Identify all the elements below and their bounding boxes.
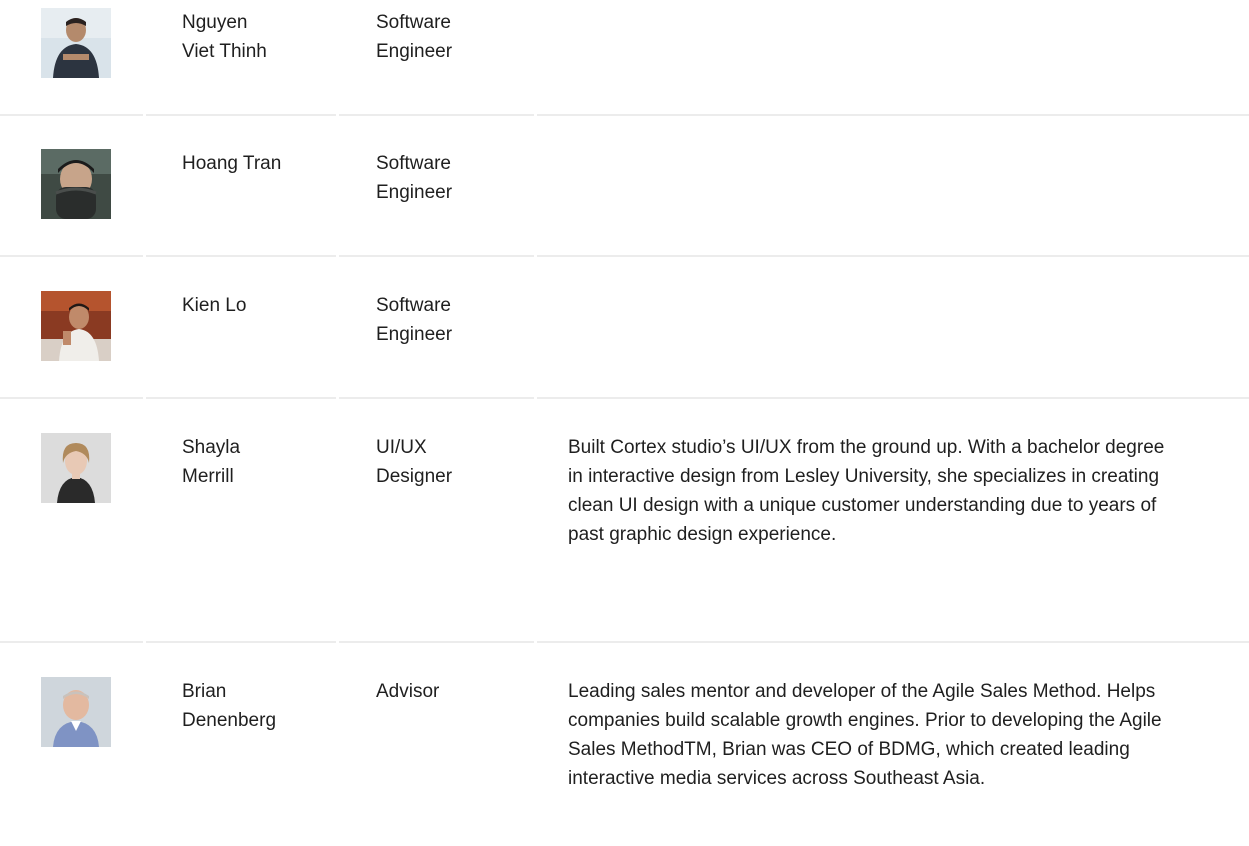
role-line: UI/UX bbox=[376, 437, 427, 458]
member-name: Shayla Merrill bbox=[182, 433, 376, 491]
team-member-row: Shayla Merrill UI/UX Designer Built Cort… bbox=[0, 399, 1249, 643]
member-name: Brian Denenberg bbox=[182, 677, 376, 735]
role-line: Software bbox=[376, 12, 451, 33]
member-role: Software Engineer bbox=[376, 291, 568, 349]
team-member-row: Hoang Tran Software Engineer bbox=[0, 116, 1249, 257]
photo-cell bbox=[0, 291, 182, 361]
photo-cell bbox=[0, 677, 182, 747]
avatar bbox=[41, 8, 111, 78]
person-photo-icon bbox=[41, 433, 111, 503]
avatar bbox=[41, 149, 111, 219]
person-photo-icon bbox=[41, 677, 111, 747]
team-table: Nguyen Viet Thinh Software Engineer Hoan… bbox=[0, 0, 1249, 846]
role-line: Engineer bbox=[376, 41, 453, 62]
avatar bbox=[41, 291, 111, 361]
team-member-row: Brian Denenberg Advisor Leading sales me… bbox=[0, 643, 1249, 846]
member-bio: Built Cortex studio’s UI/UX from the gro… bbox=[568, 437, 1165, 545]
name-line: Kien Lo bbox=[182, 295, 247, 316]
team-member-row: Kien Lo Software Engineer bbox=[0, 257, 1249, 399]
role-line: Advisor bbox=[376, 681, 440, 702]
photo-cell bbox=[0, 8, 182, 78]
role-line: Designer bbox=[376, 466, 453, 487]
name-line: Shayla bbox=[182, 437, 241, 458]
name-line: Denenberg bbox=[182, 710, 277, 731]
member-name: Hoang Tran bbox=[182, 149, 376, 178]
person-photo-icon bbox=[41, 8, 111, 78]
role-line: Software bbox=[376, 295, 451, 316]
member-name: Nguyen Viet Thinh bbox=[182, 8, 376, 66]
avatar bbox=[41, 433, 111, 503]
member-role: Software Engineer bbox=[376, 149, 568, 207]
member-role: Software Engineer bbox=[376, 8, 568, 66]
name-line: Hoang Tran bbox=[182, 153, 282, 174]
team-member-row: Nguyen Viet Thinh Software Engineer bbox=[0, 0, 1249, 116]
name-line: Nguyen bbox=[182, 12, 248, 33]
person-photo-icon bbox=[41, 291, 111, 361]
member-name: Kien Lo bbox=[182, 291, 376, 320]
person-photo-icon bbox=[41, 149, 111, 219]
name-line: Viet Thinh bbox=[182, 41, 267, 62]
name-line: Merrill bbox=[182, 466, 234, 487]
role-line: Software bbox=[376, 153, 451, 174]
photo-cell bbox=[0, 149, 182, 219]
role-line: Engineer bbox=[376, 182, 453, 203]
avatar bbox=[41, 677, 111, 747]
member-bio: Leading sales mentor and developer of th… bbox=[568, 681, 1162, 789]
member-role: UI/UX Designer bbox=[376, 433, 568, 491]
photo-cell bbox=[0, 433, 182, 503]
role-line: Engineer bbox=[376, 324, 453, 345]
member-role: Advisor bbox=[376, 677, 568, 706]
name-line: Brian bbox=[182, 681, 227, 702]
